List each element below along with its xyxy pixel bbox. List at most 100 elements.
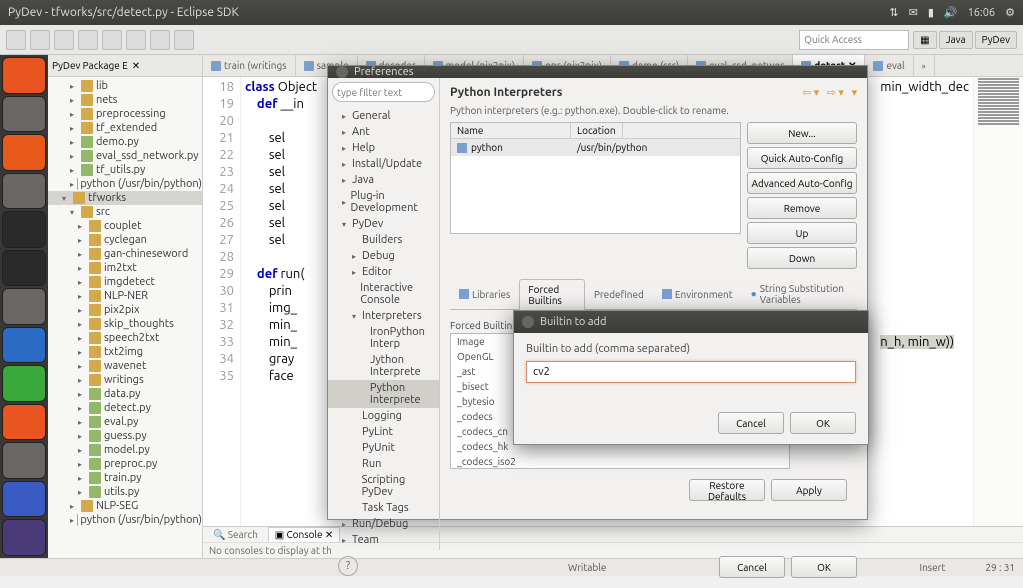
pref-nav-arrows[interactable]: ⇦ ▾ ⇨ ▾ ▾	[802, 86, 857, 99]
tree-node[interactable]: ▸txt2img	[48, 345, 202, 359]
down-button[interactable]: Down	[747, 247, 857, 269]
network-icon[interactable]: ⇅	[889, 6, 898, 19]
search-button[interactable]	[126, 30, 146, 50]
quick-access-input[interactable]	[799, 30, 909, 50]
tree-node[interactable]: ▸data.py	[48, 387, 202, 401]
pydev-perspective[interactable]: PyDev	[975, 31, 1017, 49]
writer-icon[interactable]	[2, 327, 46, 364]
eclipse-icon[interactable]	[2, 519, 46, 556]
gear-icon[interactable]: ⚙	[1005, 6, 1015, 19]
pref-tree-node[interactable]: ▸Team	[328, 532, 439, 548]
pref-ok-button[interactable]: OK	[791, 556, 857, 578]
search-tab[interactable]: 🔍 Search	[207, 528, 264, 542]
builtin-ok-button[interactable]: OK	[790, 412, 856, 434]
tree-node[interactable]: ▸nets	[48, 93, 202, 107]
outline-ruler[interactable]	[973, 77, 1023, 526]
editor-tab[interactable]: eval	[865, 55, 913, 76]
draw-icon[interactable]	[2, 288, 46, 325]
package-tree[interactable]: ▸lib▸nets▸preprocessing▸tf_extended▸demo…	[48, 77, 202, 558]
interpreter-subtab[interactable]: Libraries	[450, 279, 519, 309]
tree-node[interactable]: ▸demo.py	[48, 135, 202, 149]
clock[interactable]: 16:06	[968, 7, 996, 19]
debug-button[interactable]	[54, 30, 74, 50]
builtin-titlebar[interactable]: Builtin to add	[514, 311, 868, 333]
tree-node[interactable]: ▸eval.py	[48, 415, 202, 429]
pref-cancel-button[interactable]: Cancel	[719, 556, 785, 578]
tree-node[interactable]: ▸couplet	[48, 219, 202, 233]
close-icon[interactable]: ✕	[132, 60, 140, 72]
preferences-titlebar[interactable]: Preferences	[328, 66, 867, 78]
quick-auto-config-button[interactable]: Quick Auto-Config	[747, 147, 857, 169]
help-icon[interactable]: ?	[338, 556, 358, 576]
close-window-icon[interactable]	[522, 316, 534, 328]
interpreter-subtab[interactable]: Predefined	[585, 279, 653, 309]
tree-node[interactable]: ▸cyclegan	[48, 233, 202, 247]
run-button[interactable]	[78, 30, 98, 50]
tabs-overflow[interactable]: »	[914, 55, 935, 76]
tree-node[interactable]: ▸python (/usr/bin/python)	[48, 513, 202, 527]
open-perspective-button[interactable]: ▦	[913, 31, 936, 49]
pref-filter-input[interactable]	[332, 82, 435, 102]
tree-node[interactable]: ▸NLP-NER	[48, 289, 202, 303]
tree-node[interactable]: ▸writings	[48, 373, 202, 387]
remove-interpreter-button[interactable]: Remove	[747, 197, 857, 219]
table-row[interactable]: python/usr/bin/python	[451, 139, 740, 156]
builtin-input[interactable]	[526, 361, 856, 383]
pref-tree-node[interactable]: Builders	[328, 232, 439, 248]
pref-tree-node[interactable]: ▸Debug	[328, 248, 439, 264]
pref-tree-node[interactable]: Scripting PyDev	[328, 472, 439, 500]
pref-tree-node[interactable]: ▸Run/Debug	[328, 516, 439, 532]
pref-tree-node[interactable]: Run	[328, 456, 439, 472]
new-button[interactable]	[6, 30, 26, 50]
close-window-icon[interactable]	[336, 66, 348, 78]
pref-tree-node[interactable]: IronPython Interp	[328, 324, 439, 352]
pref-tree-node[interactable]: Jython Interprete	[328, 352, 439, 380]
apply-button[interactable]: Apply	[771, 479, 847, 501]
pref-tree-node[interactable]: ▸Java	[328, 172, 439, 188]
tree-node[interactable]: ▾tfworks	[48, 191, 202, 205]
new-interpreter-button[interactable]: New...	[747, 122, 857, 144]
tree-node[interactable]: ▸guess.py	[48, 429, 202, 443]
nav-back-button[interactable]	[150, 30, 170, 50]
tree-node[interactable]: ▸tf_extended	[48, 121, 202, 135]
tree-node[interactable]: ▸eval_ssd_network.py	[48, 149, 202, 163]
tree-node[interactable]: ▾src	[48, 205, 202, 219]
pref-tree-node[interactable]: ▸Editor	[328, 264, 439, 280]
pref-tree-node[interactable]: Task Tags	[328, 500, 439, 516]
up-button[interactable]: Up	[747, 222, 857, 244]
tree-node[interactable]: ▸preproc.py	[48, 457, 202, 471]
tree-node[interactable]: ▸imgdetect	[48, 275, 202, 289]
ext-tools-button[interactable]	[102, 30, 122, 50]
monitor-icon[interactable]	[2, 211, 46, 248]
restore-defaults-button[interactable]: Restore Defaults	[689, 479, 765, 501]
settings-icon[interactable]	[2, 442, 46, 479]
firefox-icon[interactable]	[2, 134, 46, 171]
nav-fwd-button[interactable]	[174, 30, 194, 50]
save-button[interactable]	[30, 30, 50, 50]
interpreter-subtab[interactable]: Environment	[653, 279, 742, 309]
mail-icon[interactable]: ✉	[909, 6, 918, 19]
tree-node[interactable]: ▸utils.py	[48, 485, 202, 499]
pref-tree-node[interactable]: ▸Help	[328, 140, 439, 156]
tree-node[interactable]: ▸speech2txt	[48, 331, 202, 345]
tree-node[interactable]: ▸model.py	[48, 443, 202, 457]
tree-node[interactable]: ▸gan-chineseword	[48, 247, 202, 261]
pref-tree-node[interactable]: Logging	[328, 408, 439, 424]
builtin-cancel-button[interactable]: Cancel	[718, 412, 784, 434]
pref-tree-node[interactable]: ▾Interpreters	[328, 308, 439, 324]
tree-node[interactable]: ▸wavenet	[48, 359, 202, 373]
pref-tree[interactable]: ▸General▸Ant▸Help▸Install/Update▸Java▸Pl…	[328, 106, 439, 550]
tree-node[interactable]: ▸python (/usr/bin/python)	[48, 177, 202, 191]
sound-icon[interactable]: 🔊	[944, 6, 958, 19]
calc-icon[interactable]	[2, 365, 46, 402]
interpreter-subtab[interactable]: ● String Substitution Variables	[742, 279, 857, 309]
list-item[interactable]: _codecs_iso2	[451, 454, 789, 469]
java-perspective[interactable]: Java	[939, 31, 973, 49]
battery-icon[interactable]: ▮	[928, 6, 934, 19]
tree-node[interactable]: ▸detect.py	[48, 401, 202, 415]
tree-node[interactable]: ▸skip_thoughts	[48, 317, 202, 331]
pref-tree-node[interactable]: ▾PyDev	[328, 216, 439, 232]
pref-tree-node[interactable]: ▸General	[328, 108, 439, 124]
pref-tree-node[interactable]: ▸Plug-in Development	[328, 188, 439, 216]
dash-icon[interactable]	[2, 57, 46, 94]
